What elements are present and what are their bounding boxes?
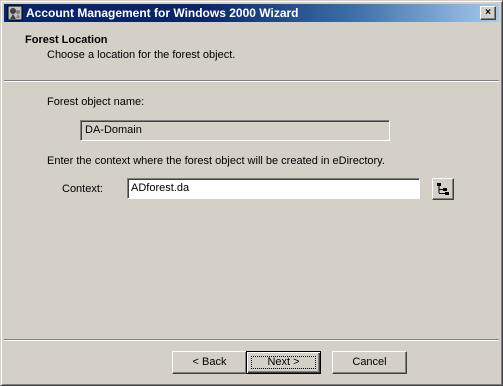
back-button[interactable]: < Back — [172, 351, 247, 374]
next-button-label: Next > — [267, 356, 300, 368]
footer-divider — [4, 339, 499, 341]
context-value: ADforest.da — [131, 182, 190, 194]
close-button[interactable]: × — [480, 6, 496, 20]
page-title: Forest Location — [25, 34, 108, 46]
context-input[interactable]: ADforest.da — [127, 178, 420, 199]
page-subtitle: Choose a location for the forest object. — [47, 49, 236, 61]
context-label: Context: — [62, 183, 103, 195]
back-button-label: < Back — [192, 356, 227, 368]
forest-name-field: DA-Domain — [80, 120, 390, 141]
title-bar[interactable]: Account Management for Windows 2000 Wiza… — [4, 4, 499, 22]
forest-name-label: Forest object name: — [47, 96, 145, 108]
forest-name-value: DA-Domain — [85, 124, 142, 136]
window-title: Account Management for Windows 2000 Wiza… — [26, 6, 299, 20]
cancel-button[interactable]: Cancel — [332, 351, 407, 374]
context-instruction: Enter the context where the forest objec… — [47, 155, 385, 167]
wizard-window: Account Management for Windows 2000 Wiza… — [0, 0, 503, 386]
next-button[interactable]: Next > — [246, 351, 321, 374]
wizard-app-icon — [7, 5, 23, 21]
browse-context-button[interactable] — [432, 178, 454, 200]
close-icon: × — [485, 7, 491, 18]
header-divider — [4, 80, 499, 82]
cancel-button-label: Cancel — [352, 356, 387, 368]
tree-browse-icon — [437, 183, 449, 195]
wizard-header: Forest Location Choose a location for th… — [4, 23, 499, 75]
